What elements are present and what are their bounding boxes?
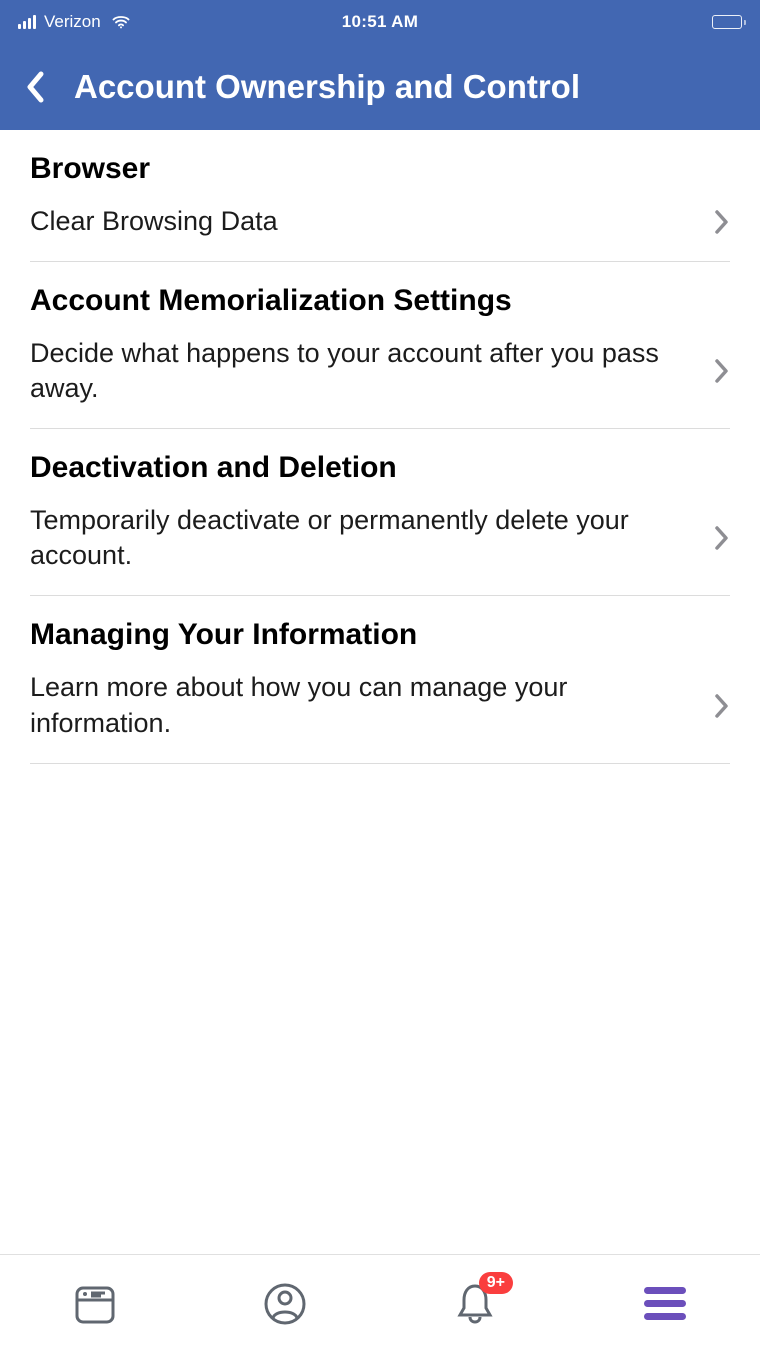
- bottom-tab-bar: 9+: [0, 1254, 760, 1352]
- section-deactivation: Deactivation and Deletion Temporarily de…: [30, 429, 730, 596]
- row-label: Decide what happens to your account afte…: [30, 336, 696, 406]
- section-browser: Browser Clear Browsing Data: [30, 130, 730, 262]
- chevron-right-icon: [714, 693, 730, 719]
- feed-icon: [71, 1280, 119, 1328]
- page-title: Account Ownership and Control: [74, 68, 580, 106]
- signal-strength-icon: [18, 15, 36, 29]
- section-title: Browser: [30, 152, 730, 186]
- profile-icon: [261, 1280, 309, 1328]
- battery-icon: [712, 15, 746, 29]
- chevron-right-icon: [714, 209, 730, 235]
- row-deactivation-deletion[interactable]: Temporarily deactivate or permanently de…: [30, 503, 730, 573]
- tab-feed[interactable]: [65, 1274, 125, 1334]
- tab-notifications[interactable]: 9+: [445, 1274, 505, 1334]
- status-bar: Verizon 10:51 AM: [0, 0, 760, 44]
- section-title: Deactivation and Deletion: [30, 451, 730, 485]
- row-label: Temporarily deactivate or permanently de…: [30, 503, 696, 573]
- section-managing-info: Managing Your Information Learn more abo…: [30, 596, 730, 763]
- status-time: 10:51 AM: [342, 12, 418, 32]
- row-clear-browsing-data[interactable]: Clear Browsing Data: [30, 204, 730, 239]
- row-label: Clear Browsing Data: [30, 204, 278, 239]
- notification-badge: 9+: [479, 1272, 513, 1294]
- wifi-icon: [111, 12, 131, 32]
- row-managing-information[interactable]: Learn more about how you can manage your…: [30, 670, 730, 740]
- page-header: Account Ownership and Control: [0, 44, 760, 130]
- section-memorialization: Account Memorialization Settings Decide …: [30, 262, 730, 429]
- tab-profile[interactable]: [255, 1274, 315, 1334]
- tab-menu[interactable]: [635, 1274, 695, 1334]
- hamburger-icon: [644, 1287, 686, 1320]
- back-button[interactable]: [24, 70, 60, 104]
- content-area: Browser Clear Browsing Data Account Memo…: [0, 130, 760, 764]
- section-title: Account Memorialization Settings: [30, 284, 730, 318]
- row-memorialization[interactable]: Decide what happens to your account afte…: [30, 336, 730, 406]
- row-label: Learn more about how you can manage your…: [30, 670, 696, 740]
- chevron-right-icon: [714, 525, 730, 551]
- carrier-label: Verizon: [44, 12, 101, 32]
- status-left: Verizon: [18, 12, 131, 32]
- chevron-right-icon: [714, 358, 730, 384]
- chevron-left-icon: [24, 70, 46, 104]
- section-title: Managing Your Information: [30, 618, 730, 652]
- status-right: [712, 15, 746, 29]
